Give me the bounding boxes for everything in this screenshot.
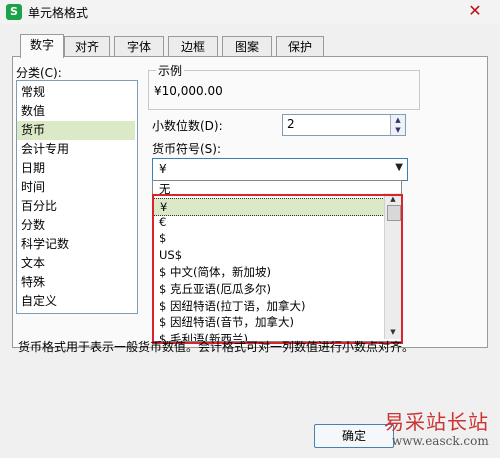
category-item-time[interactable]: 时间	[21, 178, 133, 197]
decimal-places-value: 2	[287, 117, 295, 131]
category-item-number[interactable]: 数值	[21, 102, 133, 121]
decimal-places-stepper[interactable]: 2 ▲ ▼	[282, 114, 406, 136]
category-item-date[interactable]: 日期	[21, 159, 133, 178]
dropdown-arrow-icon[interactable]: ▼	[395, 162, 403, 173]
category-item-text[interactable]: 文本	[21, 254, 133, 273]
category-item-percentage[interactable]: 百分比	[21, 197, 133, 216]
currency-symbol-label: 货币符号(S):	[152, 142, 222, 156]
category-list[interactable]: 常规 数值 货币 会计专用 日期 时间 百分比 分数 科学记数 文本 特殊 自定…	[16, 80, 138, 314]
category-item-general[interactable]: 常规	[21, 83, 133, 102]
category-item-scientific[interactable]: 科学记数	[21, 235, 133, 254]
category-label: 分类(C):	[16, 66, 62, 80]
stepper-buttons: ▲ ▼	[390, 115, 405, 135]
sample-value: ¥10,000.00	[154, 84, 223, 98]
watermark-url: www.easck.com	[392, 434, 489, 448]
category-item-fraction[interactable]: 分数	[21, 216, 133, 235]
app-icon: S	[6, 4, 22, 20]
decimal-places-label: 小数位数(D):	[152, 119, 223, 133]
watermark-logo-text: 易采站长站	[384, 410, 489, 434]
category-item-currency[interactable]: 货币	[17, 121, 135, 140]
close-button[interactable]: ✕	[452, 0, 498, 22]
format-description: 货币格式用于表示一般货币数值。会计格式可对一列数值进行小数点对齐。	[18, 340, 415, 354]
highlight-annotation	[152, 194, 403, 344]
category-item-special[interactable]: 特殊	[21, 273, 133, 292]
stepper-up-icon[interactable]: ▲	[391, 115, 405, 125]
sample-label: 示例	[156, 62, 185, 79]
category-item-accounting[interactable]: 会计专用	[21, 140, 133, 159]
currency-symbol-select[interactable]: ¥ ▼	[152, 158, 408, 181]
tab-alignment[interactable]: 对齐	[64, 36, 110, 57]
tab-protection[interactable]: 保护	[276, 36, 324, 57]
window-title: 单元格格式	[28, 6, 89, 20]
category-item-custom[interactable]: 自定义	[21, 292, 133, 311]
tab-border[interactable]: 边框	[168, 36, 218, 57]
currency-symbol-value: ¥	[159, 162, 167, 176]
stepper-down-icon[interactable]: ▼	[391, 125, 405, 135]
tab-font[interactable]: 字体	[114, 36, 164, 57]
ok-button[interactable]: 确定	[314, 424, 394, 448]
tab-number[interactable]: 数字	[20, 34, 64, 58]
tab-pattern[interactable]: 图案	[222, 36, 272, 57]
